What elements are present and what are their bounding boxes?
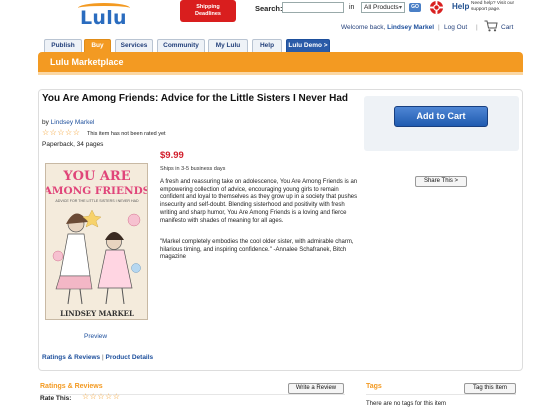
section-links: Ratings & Reviews | Product Details bbox=[42, 354, 153, 361]
help-subtext[interactable]: Need help? Visit our support page. bbox=[471, 1, 531, 13]
by-label: by bbox=[42, 119, 51, 126]
header-divider bbox=[38, 72, 523, 75]
tags-divider bbox=[366, 394, 516, 395]
logo-text: Lulu bbox=[80, 7, 127, 29]
rate-this-label: Rate This: bbox=[40, 395, 72, 402]
marketplace-header: Lulu Marketplace bbox=[38, 52, 523, 72]
write-review-button[interactable]: Write a Review bbox=[288, 383, 344, 394]
author-link[interactable]: Lindsey Markel bbox=[51, 119, 95, 126]
search-label: Search: bbox=[255, 4, 283, 13]
welcome-user-link[interactable]: Lindsey Markel bbox=[387, 24, 434, 31]
no-tags-message: There are no tags for this item bbox=[366, 401, 447, 407]
search-scope-value: All Products bbox=[364, 4, 399, 11]
tab-services[interactable]: Services bbox=[115, 39, 153, 52]
promo-line1: Shipping bbox=[196, 4, 220, 10]
cover-author: LINDSEY MARKEL bbox=[60, 309, 134, 318]
tab-help[interactable]: Help bbox=[252, 39, 282, 52]
welcome-prefix: Welcome back, bbox=[341, 24, 388, 31]
product-title: You Are Among Friends: Advice for the Li… bbox=[42, 93, 348, 104]
tab-my-lulu[interactable]: My Lulu bbox=[208, 39, 248, 52]
tags-section-title: Tags bbox=[366, 383, 382, 390]
rating-stars: ☆☆☆☆☆ bbox=[42, 128, 81, 137]
product-format: Paperback, 34 pages bbox=[42, 141, 104, 148]
search-scope-select[interactable]: All Products ▾ bbox=[361, 2, 405, 13]
book-cover-art: YOU ARE AMONG FRIENDS ADVICE FOR THE LIT… bbox=[46, 164, 148, 319]
ratings-reviews-link[interactable]: Ratings & Reviews bbox=[42, 354, 100, 361]
product-details-link[interactable]: Product Details bbox=[105, 354, 153, 361]
shipping-deadlines-badge[interactable]: ✻ Shipping Deadlines bbox=[180, 0, 236, 30]
tab-lulu-demo[interactable]: Lulu Demo > bbox=[286, 39, 330, 52]
search-go-button[interactable]: GO bbox=[409, 3, 421, 12]
welcome-message: Welcome back, Lindsey Markel bbox=[341, 24, 434, 31]
preview-link[interactable]: Preview bbox=[84, 333, 107, 340]
help-life-ring-icon[interactable] bbox=[429, 0, 444, 15]
product-byline: by Lindsey Markel bbox=[42, 119, 94, 126]
search-in-label: in bbox=[349, 4, 355, 11]
cart-link[interactable]: Cart bbox=[501, 24, 513, 31]
share-button[interactable]: Share This > bbox=[415, 176, 467, 187]
help-link[interactable]: Help bbox=[452, 2, 469, 11]
logout-link[interactable]: Log Out bbox=[444, 24, 467, 31]
tab-buy[interactable]: Buy bbox=[84, 39, 111, 52]
tab-publish[interactable]: Publish bbox=[44, 39, 82, 52]
header-separator: | bbox=[438, 24, 440, 31]
marketplace-title: Lulu Marketplace bbox=[50, 57, 124, 67]
rate-stars-input[interactable]: ☆☆☆☆☆ bbox=[82, 392, 120, 401]
add-to-cart-button[interactable]: Add to Cart bbox=[394, 106, 488, 127]
search-input[interactable] bbox=[282, 2, 344, 13]
cover-title-line2: AMONG FRIENDS bbox=[46, 185, 148, 197]
ratings-section-title: Ratings & Reviews bbox=[40, 383, 103, 390]
header-separator: | bbox=[476, 24, 478, 31]
chevron-down-icon: ▾ bbox=[398, 5, 402, 11]
cart-icon[interactable] bbox=[484, 20, 498, 32]
cover-subtitle: ADVICE FOR THE LITTLE SISTERS I NEVER HA… bbox=[55, 199, 139, 203]
tag-item-button[interactable]: Tag this Item bbox=[464, 383, 516, 394]
lulu-logo[interactable]: Lulu bbox=[38, 2, 130, 32]
product-price: $9.99 bbox=[160, 150, 184, 161]
tab-community[interactable]: Community bbox=[157, 39, 205, 52]
promo-line2: Deadlines bbox=[195, 11, 221, 17]
cover-title-line1: YOU ARE bbox=[62, 169, 130, 184]
shipping-note: Ships in 3-5 business days bbox=[160, 166, 226, 172]
book-cover-image[interactable]: YOU ARE AMONG FRIENDS ADVICE FOR THE LIT… bbox=[45, 163, 148, 320]
rating-note: This item has not been rated yet bbox=[87, 131, 166, 137]
product-description: A fresh and reassuring take on adolescen… bbox=[160, 179, 358, 224]
product-quote: "Markel completely embodies the cool old… bbox=[160, 239, 354, 261]
